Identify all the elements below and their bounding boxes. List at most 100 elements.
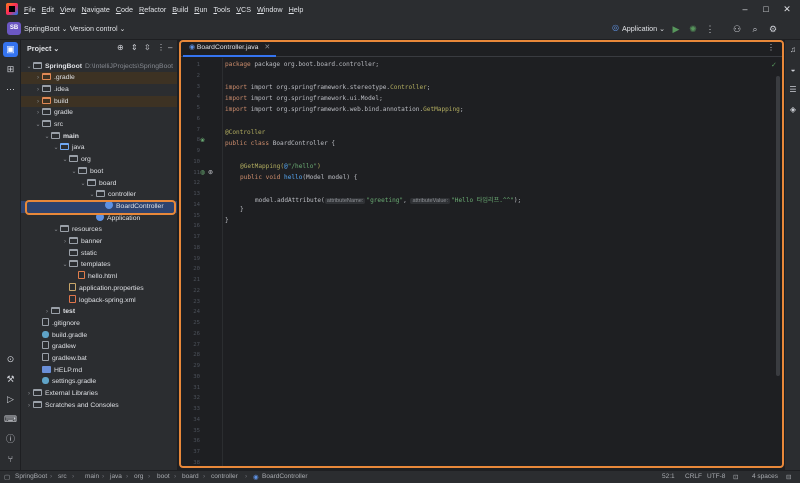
tree-item[interactable]: Application bbox=[21, 212, 177, 225]
tree-item[interactable]: build.gradle bbox=[21, 330, 177, 342]
tree-item[interactable]: logback-spring.xml bbox=[21, 294, 177, 307]
tree-item[interactable]: ⌄ templates bbox=[21, 259, 177, 271]
tree-item[interactable]: static bbox=[21, 248, 177, 260]
tree-item[interactable]: › test bbox=[21, 306, 177, 318]
breadcrumb-boardcontroller[interactable]: BoardController bbox=[262, 473, 308, 480]
breadcrumb-controller[interactable]: controller bbox=[211, 473, 238, 480]
breadcrumb-main[interactable]: main bbox=[85, 473, 99, 480]
minimize-icon[interactable]: – bbox=[738, 2, 752, 16]
breadcrumb-org[interactable]: org bbox=[134, 473, 143, 480]
project-badge[interactable]: SB bbox=[7, 22, 21, 35]
endpoint-gutter-icon[interactable]: ⊛ bbox=[208, 169, 213, 176]
more-actions-icon[interactable]: ⋮ bbox=[703, 22, 717, 36]
run-config-selector[interactable]: Application ⌄ bbox=[622, 24, 665, 33]
project-tool-icon[interactable]: ▣ bbox=[3, 42, 18, 57]
tree-item[interactable]: ⌄ SpringBoot D:\IntelliJProjects\SpringBoo… bbox=[21, 61, 177, 73]
line-number: 17 bbox=[193, 234, 200, 240]
run-gutter-icon[interactable]: ◍ bbox=[200, 169, 205, 176]
maximize-icon[interactable]: □ bbox=[759, 2, 773, 16]
tree-item[interactable]: ⌄ resources bbox=[21, 224, 177, 236]
tree-item[interactable]: › External Libraries bbox=[21, 388, 177, 400]
menu-window[interactable]: Window bbox=[257, 5, 283, 14]
tree-item[interactable]: › Scratches and Consoles bbox=[21, 400, 177, 413]
notifications-bell-icon[interactable]: ♫ bbox=[787, 44, 799, 56]
expand-all-icon[interactable]: ⇕ bbox=[131, 43, 138, 52]
add-user-icon[interactable]: ⚇ bbox=[730, 22, 744, 36]
readonly-toggle-icon[interactable]: ⊟ bbox=[786, 473, 791, 481]
code-area[interactable]: package package org.boot.board.controlle… bbox=[222, 58, 770, 468]
tree-item[interactable]: HELP.md bbox=[21, 365, 177, 377]
ai-assistant-icon[interactable]: ◈ bbox=[787, 104, 799, 116]
locate-file-icon[interactable]: ⊕ bbox=[117, 43, 124, 52]
breadcrumb-boot[interactable]: boot bbox=[157, 473, 170, 480]
terminal-icon[interactable]: ⌨ bbox=[3, 412, 18, 427]
tree-item[interactable]: ⌄ src bbox=[21, 119, 177, 131]
run-icon[interactable]: ▶ bbox=[669, 22, 683, 36]
database-icon[interactable]: ☰ bbox=[787, 84, 799, 96]
menu-run[interactable]: Run bbox=[194, 5, 207, 14]
tree-item[interactable]: ⌄ board bbox=[21, 178, 177, 190]
git-icon[interactable]: ⑂ bbox=[3, 452, 18, 467]
tree-item[interactable]: ⌄ org bbox=[21, 154, 177, 166]
breadcrumb-springboot[interactable]: SpringBoot bbox=[15, 473, 47, 480]
breadcrumb-java[interactable]: java bbox=[110, 473, 122, 480]
tree-item[interactable]: ⌄ controller bbox=[21, 189, 177, 201]
menu-navigate[interactable]: Navigate bbox=[81, 5, 109, 14]
menu-build[interactable]: Build bbox=[172, 5, 188, 14]
services-icon[interactable]: ⊙ bbox=[3, 352, 18, 367]
debug-icon[interactable]: ✺ bbox=[686, 22, 700, 36]
tree-item[interactable]: gradlew bbox=[21, 341, 177, 353]
tree-item[interactable]: ⌄ boot bbox=[21, 166, 177, 178]
file-encoding[interactable]: UTF-8 bbox=[707, 473, 725, 480]
project-switcher[interactable]: SpringBoot ⌄ bbox=[24, 24, 68, 33]
tree-item[interactable]: settings.gradle bbox=[21, 376, 177, 388]
breadcrumb-src[interactable]: src bbox=[58, 473, 67, 480]
tree-item[interactable]: › gradle bbox=[21, 107, 177, 119]
spring-bean-icon[interactable]: ❀ bbox=[200, 137, 205, 144]
problems-icon[interactable]: ⓘ bbox=[3, 432, 18, 447]
lock-icon[interactable]: ⊡ bbox=[733, 473, 738, 481]
more-tools-icon[interactable]: ⋯ bbox=[3, 82, 18, 97]
menu-view[interactable]: View bbox=[60, 5, 75, 14]
tree-item[interactable]: application.properties bbox=[21, 282, 177, 295]
no-problems-check-icon[interactable]: ✓ bbox=[771, 61, 777, 69]
tab-options-icon[interactable]: ⋮ bbox=[767, 43, 775, 52]
tree-item[interactable]: .gitignore bbox=[21, 317, 177, 330]
line-separator[interactable]: CRLF bbox=[685, 473, 702, 480]
build-hammer-icon[interactable]: ⚒ bbox=[3, 372, 18, 387]
tree-item[interactable]: ⌄ java bbox=[21, 142, 177, 154]
hide-panel-icon[interactable]: – bbox=[168, 43, 172, 52]
menu-help[interactable]: Help bbox=[289, 5, 304, 14]
menu-vcs[interactable]: VCS bbox=[236, 5, 251, 14]
settings-gear-icon[interactable]: ⚙ bbox=[766, 22, 780, 36]
tree-item[interactable]: ⌄ main bbox=[21, 131, 177, 143]
editor-scrollbar[interactable] bbox=[776, 76, 780, 376]
tree-item[interactable]: › .idea bbox=[21, 84, 177, 96]
search-icon[interactable]: ⌕ bbox=[748, 22, 762, 36]
tree-item[interactable]: BoardController bbox=[21, 200, 177, 213]
menu-tools[interactable]: Tools bbox=[213, 5, 230, 14]
project-panel-title[interactable]: Project ⌄ bbox=[27, 44, 59, 53]
structure-icon[interactable]: ⊞ bbox=[3, 62, 18, 77]
caret-position[interactable]: 52:1 bbox=[662, 473, 675, 480]
tree-item[interactable]: › .gradle bbox=[21, 72, 177, 84]
gradle-tool-icon[interactable]: ◒ bbox=[787, 64, 799, 76]
tree-item[interactable]: gradlew.bat bbox=[21, 353, 177, 365]
version-control-switcher[interactable]: Version control ⌄ bbox=[70, 24, 126, 33]
close-tab-icon[interactable]: ✕ bbox=[264, 44, 270, 51]
menu-edit[interactable]: Edit bbox=[42, 5, 54, 14]
run-tool-icon[interactable]: ▷ bbox=[3, 392, 18, 407]
tree-item[interactable]: hello.html bbox=[21, 271, 177, 283]
breadcrumb-board[interactable]: board bbox=[182, 473, 199, 480]
menu-code[interactable]: Code bbox=[116, 5, 133, 14]
collapse-all-icon[interactable]: ⇳ bbox=[144, 43, 151, 52]
tab-boardcontroller[interactable]: ◉ BoardController.java ✕ bbox=[183, 40, 277, 57]
chevron-right-icon[interactable]: › bbox=[25, 401, 33, 413]
panel-options-icon[interactable]: ⋮ bbox=[157, 43, 165, 52]
tree-item[interactable]: › build bbox=[21, 95, 177, 108]
tree-item[interactable]: › banner bbox=[21, 236, 177, 248]
close-icon[interactable]: ✕ bbox=[780, 2, 794, 16]
menu-file[interactable]: File bbox=[24, 5, 36, 14]
menu-refactor[interactable]: Refactor bbox=[139, 5, 166, 14]
indent-setting[interactable]: 4 spaces bbox=[752, 473, 778, 480]
